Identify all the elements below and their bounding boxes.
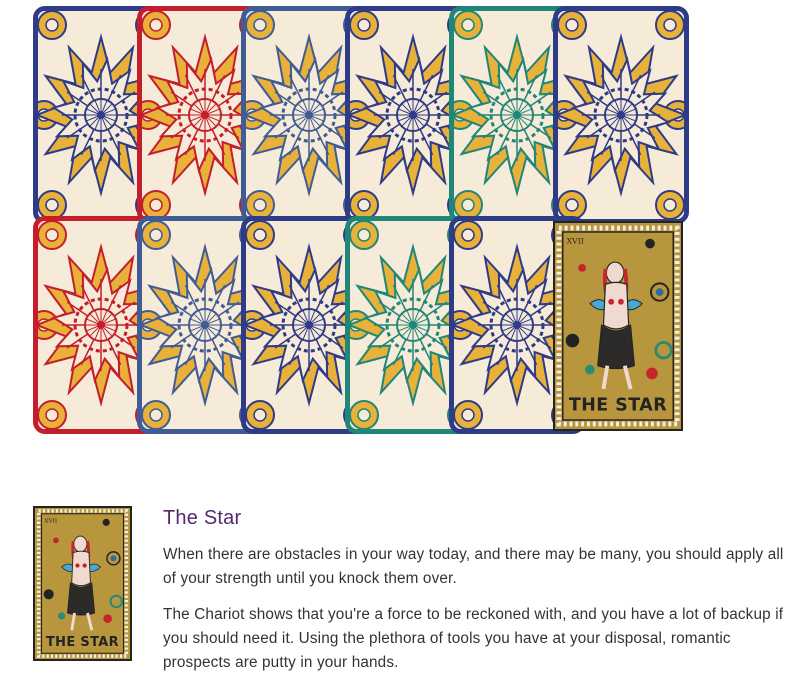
svg-text:THE STAR: THE STAR bbox=[569, 395, 667, 415]
mandala-card-back-pattern-icon bbox=[558, 11, 684, 219]
face-down-tarot-card[interactable] bbox=[553, 6, 689, 224]
star-card-illustration-icon: XVII THE STAR bbox=[555, 224, 681, 428]
card-title: The Star bbox=[163, 507, 242, 529]
svg-text:THE STAR: THE STAR bbox=[46, 635, 119, 650]
svg-text:XVII: XVII bbox=[44, 518, 57, 524]
tarot-card-spread: XVII THE STAR bbox=[0, 0, 795, 450]
the-star-card-face[interactable]: XVII THE STAR bbox=[553, 221, 683, 431]
reading-paragraph: When there are obstacles in your way tod… bbox=[163, 546, 784, 587]
svg-text:XVII: XVII bbox=[567, 237, 584, 246]
the-star-card-thumbnail: XVII THE STAR bbox=[33, 506, 132, 661]
reading-paragraph: The Chariot shows that you're a force to… bbox=[163, 606, 784, 671]
star-card-illustration-icon: XVII THE STAR bbox=[35, 508, 130, 659]
